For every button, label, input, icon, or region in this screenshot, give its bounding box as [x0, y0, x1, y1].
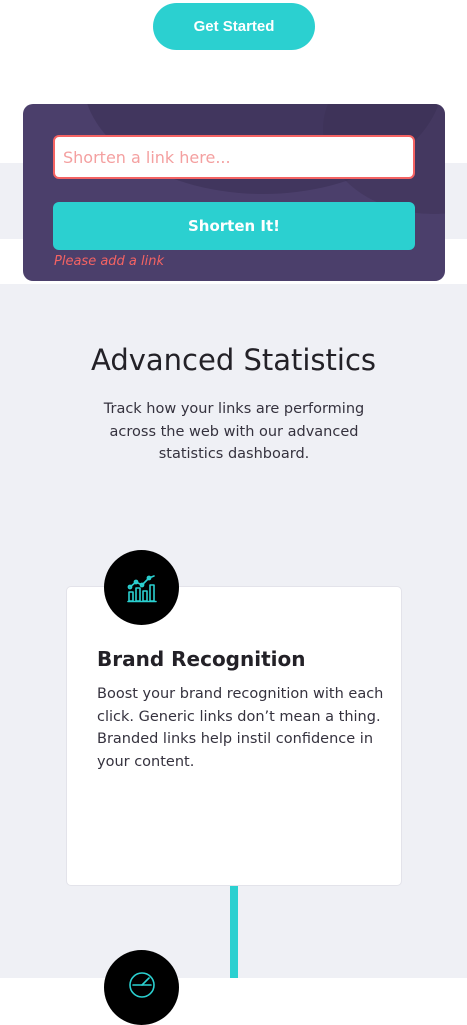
- card-icon-badge: [104, 550, 179, 625]
- shorten-link-input[interactable]: [53, 135, 415, 179]
- get-started-button[interactable]: Get Started: [153, 3, 315, 50]
- card-icon-badge: [104, 950, 179, 1025]
- card-text: Boost your brand recognition with each c…: [97, 686, 384, 770]
- detailed-records-gauge-icon: [128, 972, 155, 998]
- brand-recognition-chart-icon: [126, 574, 157, 602]
- card-connector-line: [230, 886, 238, 978]
- feature-card-brand-recognition: Brand Recognition Boost your brand recog…: [66, 586, 402, 886]
- input-error-message: Please add a link: [54, 254, 165, 269]
- statistics-title: Advanced Statistics: [90, 343, 377, 377]
- shorten-form: Shorten It! Please add a link: [23, 104, 445, 281]
- card-title: Brand Recognition: [97, 647, 306, 671]
- statistics-description: Track how your links are performing acro…: [103, 401, 365, 462]
- shorten-it-button[interactable]: Shorten It!: [53, 202, 415, 250]
